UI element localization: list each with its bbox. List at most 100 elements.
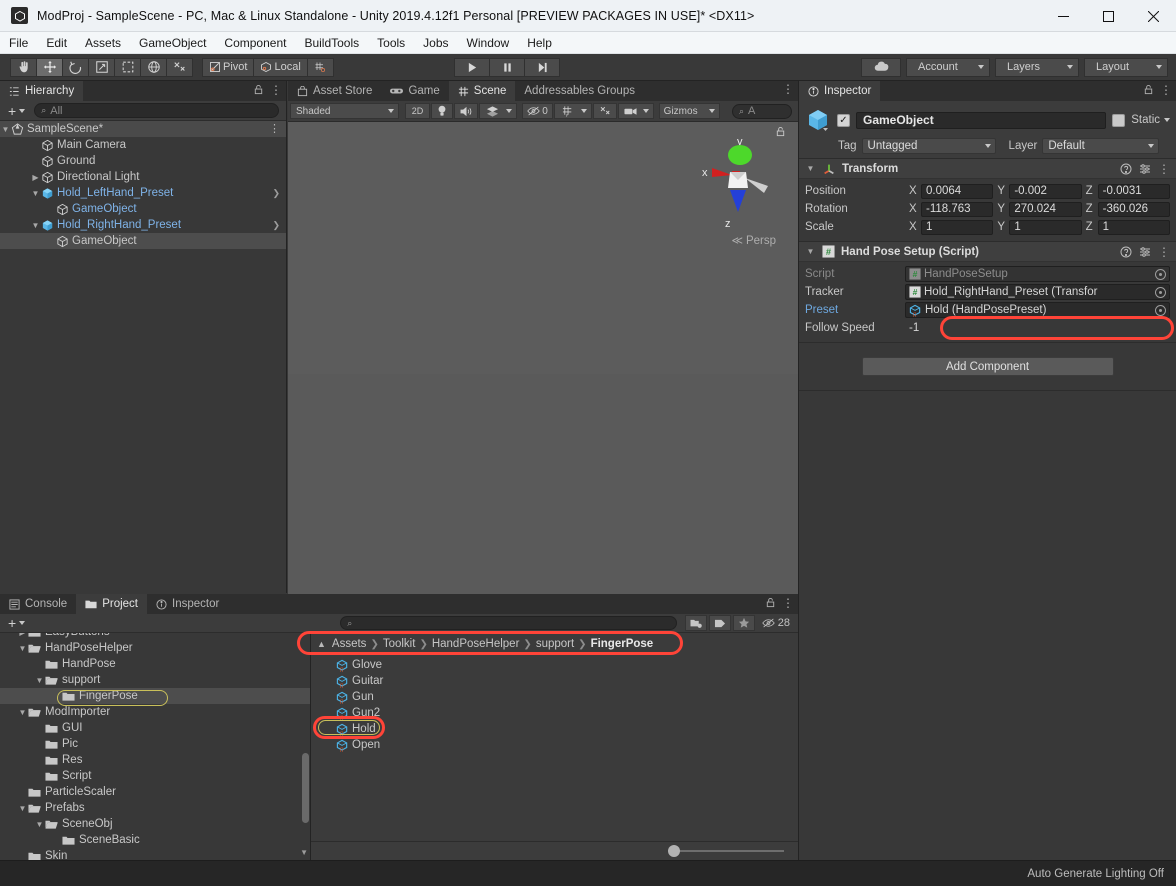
project-folder-row[interactable]: ▶ EasyButtons [0, 633, 310, 640]
pause-button[interactable] [489, 57, 526, 77]
z-value-input[interactable]: -0.0031 [1097, 183, 1170, 199]
toggle-2d-button[interactable]: 2D [404, 103, 431, 119]
expand-triangle-icon[interactable]: ▶ [30, 157, 41, 166]
preset-icon[interactable] [1139, 246, 1151, 258]
maximize-button[interactable] [1086, 0, 1131, 32]
tab-inspector[interactable]: Inspector [799, 81, 881, 101]
object-picker-icon[interactable] [1155, 304, 1166, 316]
expand-triangle-icon[interactable]: ▶ [51, 692, 62, 701]
rect-tool-button[interactable] [114, 57, 141, 77]
expand-triangle-icon[interactable]: ▶ [30, 173, 41, 182]
scene-grid-dropdown[interactable]: y [554, 103, 593, 119]
hierarchy-row[interactable]: ▶ Ground [0, 153, 286, 169]
object-reference-field[interactable]: {} Hold (HandPosePreset) [905, 302, 1170, 318]
tab-project[interactable]: Project [76, 594, 147, 614]
menu-edit[interactable]: Edit [37, 32, 76, 54]
tab-game[interactable]: Game [381, 81, 448, 101]
expand-triangle-icon[interactable]: ▼ [17, 708, 28, 717]
tab-addressables-groups[interactable]: Addressables Groups [515, 81, 644, 101]
component-menu-icon[interactable]: ⋮ [1158, 246, 1170, 258]
gizmos-dropdown[interactable]: Gizmos [658, 103, 721, 119]
project-folder-row[interactable]: ▶ Res [0, 752, 310, 768]
scene-tools-icon[interactable] [593, 103, 617, 119]
hierarchy-row[interactable]: ▼ Hold_LeftHand_Preset ❯ [0, 185, 286, 201]
static-checkbox[interactable] [1112, 113, 1126, 127]
x-value-input[interactable]: 0.0064 [921, 183, 994, 199]
project-search-input[interactable]: ⌕ [340, 616, 677, 630]
pivot-toggle-button[interactable]: Pivot [202, 57, 255, 77]
favorite-filter-icon[interactable] [732, 615, 755, 631]
breadcrumb-item[interactable]: support [536, 638, 574, 650]
project-folder-row[interactable]: ▼ ModImporter [0, 704, 310, 720]
expand-triangle-icon[interactable]: ▼ [17, 644, 28, 653]
scene-context-menu-icon[interactable]: ⋮ [269, 123, 280, 134]
y-value-input[interactable]: 1 [1009, 219, 1082, 235]
scene-audio-icon[interactable] [454, 103, 479, 119]
tab-asset-store[interactable]: Asset Store [288, 81, 381, 101]
hierarchy-row[interactable]: ▼ SampleScene* ⋮ [0, 121, 286, 137]
gameobject-enabled-checkbox[interactable]: ✓ [837, 113, 850, 127]
move-tool-button[interactable] [36, 57, 63, 77]
close-button[interactable] [1131, 0, 1176, 32]
asset-row[interactable]: {} Glove [311, 657, 798, 673]
x-value-input[interactable]: 1 [921, 219, 994, 235]
expand-triangle-icon[interactable]: ▼ [34, 820, 45, 829]
y-value-input[interactable]: -0.002 [1009, 183, 1082, 199]
menu-file[interactable]: File [0, 32, 37, 54]
asset-zoom-slider[interactable] [311, 841, 798, 860]
project-folder-row[interactable]: ▶ Script [0, 768, 310, 784]
component-menu-icon[interactable]: ⋮ [1158, 163, 1170, 175]
shading-mode-dropdown[interactable]: Shaded [290, 103, 399, 119]
menu-buildtools[interactable]: BuildTools [295, 32, 368, 54]
create-button[interactable]: + [3, 103, 30, 119]
breadcrumb-up-arrow-icon[interactable]: ▲ [317, 639, 326, 649]
project-folder-row[interactable]: ▶ Pic [0, 736, 310, 752]
project-create-button[interactable]: + [3, 615, 30, 631]
help-icon[interactable] [1120, 246, 1132, 258]
project-folder-row[interactable]: ▶ SceneBasic [0, 832, 310, 848]
tab-inspector-bottom[interactable]: Inspector [147, 594, 228, 614]
label-filter-icon[interactable] [708, 615, 731, 631]
step-button[interactable] [524, 57, 561, 77]
hierarchy-row[interactable]: ▼ Hold_RightHand_Preset ❯ [0, 217, 286, 233]
prefab-open-chevron-icon[interactable]: ❯ [272, 188, 280, 199]
play-button[interactable] [454, 57, 491, 77]
project-folder-row[interactable]: ▶ ParticleScaler [0, 784, 310, 800]
expand-triangle-icon[interactable]: ▶ [45, 205, 56, 214]
expand-triangle-icon[interactable]: ▼ [30, 189, 41, 198]
project-folder-row[interactable]: ▼ SceneObj [0, 816, 310, 832]
rotate-tool-button[interactable] [62, 57, 89, 77]
breadcrumb-item[interactable]: Assets [332, 638, 367, 650]
hand-pose-setup-header[interactable]: ▼ # Hand Pose Setup (Script) ⋮ [799, 242, 1176, 262]
grid-snap-button[interactable] [306, 57, 334, 77]
scene-search-input[interactable]: ⌕ A [731, 103, 792, 119]
project-hidden-count[interactable]: 28 [757, 617, 795, 629]
expand-triangle-icon[interactable]: ▶ [34, 772, 45, 781]
expand-triangle-icon[interactable]: ▶ [51, 836, 62, 845]
gameobject-name-input[interactable]: GameObject [856, 111, 1107, 129]
tag-dropdown[interactable]: Untagged [861, 138, 996, 154]
lock-icon[interactable] [253, 84, 264, 95]
static-dropdown[interactable]: Static [1131, 114, 1170, 126]
slider-track[interactable] [668, 845, 784, 857]
hierarchy-row[interactable]: ▶ Main Camera [0, 137, 286, 153]
menu-window[interactable]: Window [458, 32, 519, 54]
x-value-input[interactable]: -118.763 [921, 201, 994, 217]
collapse-triangle-icon[interactable]: ▼ [805, 164, 816, 173]
expand-triangle-icon[interactable]: ▶ [34, 724, 45, 733]
expand-triangle-icon[interactable]: ▶ [17, 633, 28, 637]
expand-triangle-icon[interactable]: ▼ [17, 804, 28, 813]
transform-tool-button[interactable] [140, 57, 167, 77]
preset-icon[interactable] [1139, 163, 1151, 175]
help-icon[interactable] [1120, 163, 1132, 175]
numeric-field[interactable]: -1 [905, 320, 1170, 336]
project-menu-icon[interactable]: ⋮ [782, 597, 794, 609]
asset-row[interactable]: {} Open [311, 737, 798, 753]
expand-triangle-icon[interactable]: ▼ [30, 221, 41, 230]
add-component-button[interactable]: Add Component [861, 357, 1114, 376]
expand-triangle-icon[interactable]: ▶ [17, 788, 28, 797]
asset-row[interactable]: {} Gun2 [311, 705, 798, 721]
minimize-button[interactable] [1041, 0, 1086, 32]
scene-orientation-gizmo[interactable]: y x z [690, 130, 780, 240]
cloud-button[interactable] [861, 57, 902, 77]
